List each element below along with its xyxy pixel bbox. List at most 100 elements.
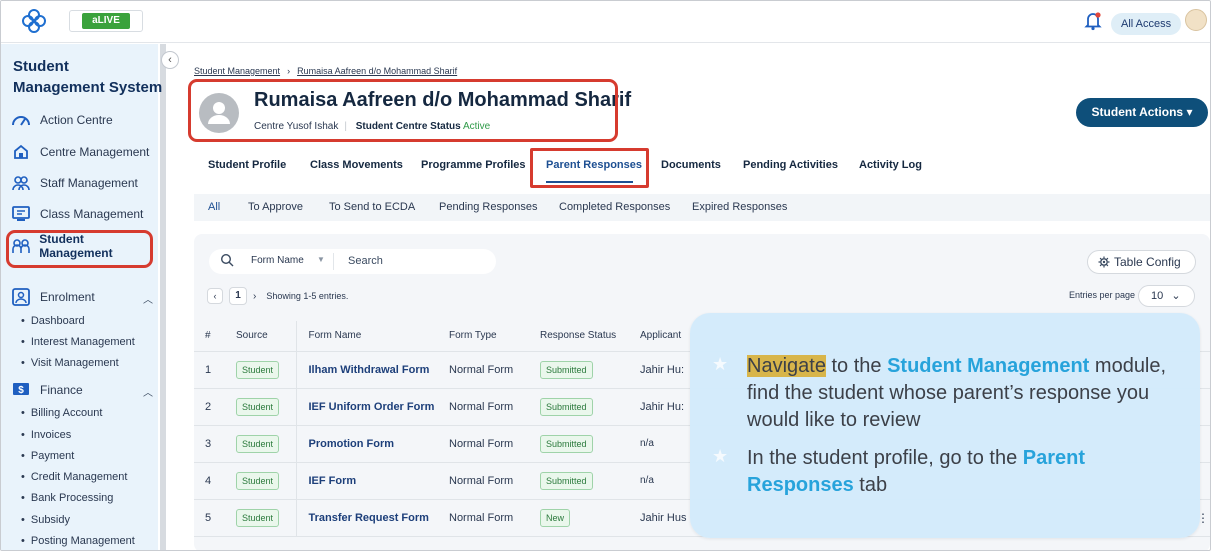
sidebar-item-enrolment[interactable]: Enrolment bbox=[11, 285, 156, 309]
subtab-to-approve[interactable]: To Approve bbox=[248, 201, 303, 213]
instruction-text: tab bbox=[853, 474, 888, 496]
subtab-to-send-to-ecda[interactable]: To Send to ECDA bbox=[329, 201, 415, 213]
source-chip: Student bbox=[236, 360, 280, 379]
caret-down-icon: ▼ bbox=[317, 255, 325, 264]
row-form-name-link[interactable]: Transfer Request Form bbox=[296, 499, 447, 537]
sidebar-item-centre-management[interactable]: Centre Management bbox=[11, 140, 156, 164]
source-chip: Student bbox=[236, 434, 280, 453]
row-source: Student bbox=[224, 351, 297, 389]
sidebar-subitem-invoices[interactable]: Invoices bbox=[21, 429, 71, 441]
instruction-step-2: In the student profile, go to the Parent… bbox=[747, 445, 1177, 499]
row-index: 3 bbox=[194, 425, 224, 463]
tab-programme-profiles[interactable]: Programme Profiles bbox=[421, 159, 526, 171]
finance-icon: $ bbox=[11, 381, 31, 399]
notification-bell-icon[interactable] bbox=[1084, 11, 1102, 31]
search-input[interactable]: Search bbox=[348, 255, 383, 267]
column-header-form-type[interactable]: Form Type bbox=[447, 321, 538, 352]
student-actions-button[interactable]: Student Actions ▾ bbox=[1076, 98, 1208, 127]
showing-entries-text: Showing 1-5 entries. bbox=[266, 291, 349, 301]
enrolment-icon bbox=[11, 288, 31, 306]
current-page[interactable]: 1 bbox=[229, 287, 247, 305]
sidebar-item-class-management[interactable]: Class Management bbox=[11, 202, 156, 226]
sidebar-subitem-dashboard[interactable]: Dashboard bbox=[21, 315, 85, 327]
entries-per-page-select[interactable]: 10 ⌄ bbox=[1138, 285, 1195, 307]
search-bar[interactable]: Form Name ▼ Search bbox=[209, 249, 496, 274]
sidebar-item-label: Staff Management bbox=[40, 176, 138, 190]
row-status: Submitted bbox=[538, 351, 638, 389]
row-form-name-link[interactable]: Ilham Withdrawal Form bbox=[296, 351, 447, 389]
alive-logo-text: aLIVE bbox=[82, 13, 130, 29]
access-level-pill[interactable]: All Access bbox=[1111, 13, 1182, 35]
chevron-right-icon: › bbox=[287, 66, 291, 76]
tab-student-profile[interactable]: Student Profile bbox=[208, 159, 286, 171]
instruction-callout: ★ Navigate to the Student Management mod… bbox=[690, 313, 1200, 538]
subtab-all[interactable]: All bbox=[208, 201, 220, 213]
caret-down-icon: ▾ bbox=[1186, 105, 1193, 119]
subtab-completed-responses[interactable]: Completed Responses bbox=[559, 201, 670, 213]
sidebar-subitem-subsidy[interactable]: Subsidy bbox=[21, 514, 70, 526]
star-icon: ★ bbox=[712, 354, 729, 374]
sidebar-subitem-billing-account[interactable]: Billing Account bbox=[21, 407, 103, 419]
highlight-box-student-header bbox=[188, 79, 618, 142]
instruction-keyword: Student Management bbox=[887, 355, 1090, 377]
row-status: Submitted bbox=[538, 388, 638, 426]
breadcrumb-current-link[interactable]: Rumaisa Aafreen d/o Mohammad Sharif bbox=[297, 66, 457, 76]
column-header-response-status[interactable]: Response Status bbox=[538, 321, 638, 352]
instruction-text: In the student profile, go to the bbox=[747, 447, 1023, 469]
next-page-button[interactable]: › bbox=[253, 291, 256, 302]
tab-pending-activities[interactable]: Pending Activities bbox=[743, 159, 838, 171]
column-header-source[interactable]: Source bbox=[224, 321, 297, 352]
chevron-up-icon[interactable]: ︿ bbox=[143, 384, 153, 399]
sidebar-item-staff-management[interactable]: Staff Management bbox=[11, 171, 156, 195]
row-index: 2 bbox=[194, 388, 224, 426]
user-avatar[interactable] bbox=[1185, 9, 1207, 31]
row-source: Student bbox=[224, 425, 297, 463]
source-chip: Student bbox=[236, 397, 280, 416]
tab-documents[interactable]: Documents bbox=[661, 159, 721, 171]
centre-icon bbox=[11, 143, 31, 161]
instruction-highlight: Navigate bbox=[747, 355, 826, 377]
search-field-select[interactable]: Form Name bbox=[251, 255, 304, 266]
flower-logo-icon[interactable] bbox=[21, 8, 47, 34]
sidebar-subitem-visit-management[interactable]: Visit Management bbox=[21, 357, 119, 369]
tab-activity-log[interactable]: Activity Log bbox=[859, 159, 922, 171]
sidebar-subitem-posting-management[interactable]: Posting Management bbox=[21, 535, 135, 547]
sidebar-subitem-bank-processing[interactable]: Bank Processing bbox=[21, 492, 114, 504]
breadcrumb: Student Management › Rumaisa Aafreen d/o M… bbox=[194, 66, 457, 76]
response-filter-tabs: All To Approve To Send to ECDA Pending R… bbox=[194, 194, 1210, 221]
chevron-down-icon: ⌄ bbox=[1171, 290, 1181, 302]
collapse-sidebar-button[interactable]: ‹ bbox=[161, 51, 179, 69]
row-form-name-link[interactable]: Promotion Form bbox=[296, 425, 447, 463]
sidebar-subitem-interest-management[interactable]: Interest Management bbox=[21, 336, 135, 348]
row-source: Student bbox=[224, 462, 297, 500]
row-status: New bbox=[538, 499, 638, 537]
sidebar-item-action-centre[interactable]: Action Centre bbox=[11, 108, 156, 132]
sidebar-item-finance[interactable]: $ Finance bbox=[11, 378, 156, 402]
table-config-button[interactable]: Table Config bbox=[1087, 250, 1196, 274]
sidebar-scrollbar[interactable] bbox=[160, 44, 166, 550]
subtab-expired-responses[interactable]: Expired Responses bbox=[692, 201, 787, 213]
status-badge: Submitted bbox=[540, 434, 593, 453]
instruction-text: to the bbox=[825, 355, 888, 377]
row-form-name-link[interactable]: IEF Uniform Order Form bbox=[296, 388, 447, 426]
sidebar-title: Student Management System bbox=[13, 58, 163, 96]
status-badge: Submitted bbox=[540, 471, 593, 490]
prev-page-button[interactable]: ‹ bbox=[207, 288, 223, 304]
status-badge: Submitted bbox=[540, 360, 593, 379]
row-form-name-link[interactable]: IEF Form bbox=[296, 462, 447, 500]
svg-text:$: $ bbox=[18, 385, 24, 396]
sidebar-item-label: Enrolment bbox=[40, 290, 95, 304]
sidebar-subitem-payment[interactable]: Payment bbox=[21, 450, 74, 462]
entries-per-page-value: 10 bbox=[1151, 290, 1164, 302]
search-divider bbox=[333, 253, 334, 270]
sidebar-subitem-credit-management[interactable]: Credit Management bbox=[21, 471, 128, 483]
row-form-type: Normal Form bbox=[447, 462, 538, 500]
chevron-up-icon[interactable]: ︿ bbox=[143, 291, 153, 306]
breadcrumb-root-link[interactable]: Student Management bbox=[194, 66, 280, 76]
tab-class-movements[interactable]: Class Movements bbox=[310, 159, 403, 171]
column-header-form-name[interactable]: Form Name bbox=[296, 321, 447, 352]
sidebar-item-label: Centre Management bbox=[40, 145, 150, 159]
row-status: Submitted bbox=[538, 462, 638, 500]
sidebar-item-label: Class Management bbox=[40, 207, 144, 221]
subtab-pending-responses[interactable]: Pending Responses bbox=[439, 201, 537, 213]
